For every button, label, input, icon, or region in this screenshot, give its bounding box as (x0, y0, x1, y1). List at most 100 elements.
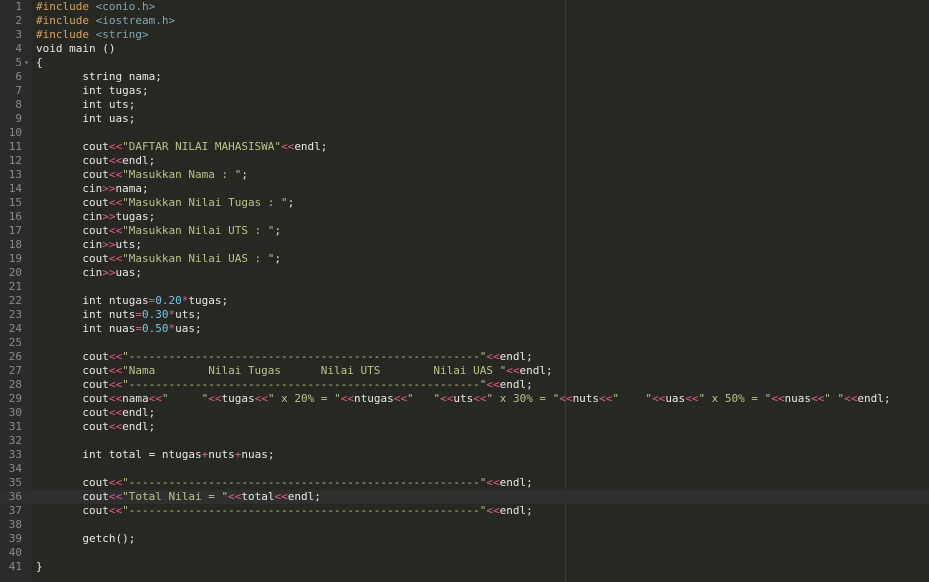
fold-arrow-icon[interactable]: ▾ (24, 56, 32, 70)
code-line[interactable]: 8 int uts; (0, 98, 929, 112)
code-token: cout (36, 420, 109, 433)
line-number: 3 (15, 28, 22, 41)
code-line[interactable]: 3 #include <string> (0, 28, 929, 42)
code-line[interactable]: 24 int nuas=0.50*uas; (0, 322, 929, 336)
code-line[interactable]: 10 (0, 126, 929, 140)
code-text[interactable]: cout<<"Masukkan Nama : "; (36, 168, 248, 182)
line-number: 35 (8, 476, 22, 489)
code-line[interactable]: 29 cout<<nama<<" "<<tugas<<" x 20% = "<<… (0, 392, 929, 406)
code-line[interactable]: 11 cout<<"DAFTAR NILAI MAHASISWA"<<endl; (0, 140, 929, 154)
code-token: = (135, 322, 142, 335)
code-line[interactable]: 33 int total = ntugas+nuts+nuas; (0, 448, 929, 462)
code-line[interactable]: 19 cout<<"Masukkan Nilai UAS : "; (0, 252, 929, 266)
code-text[interactable]: cout<<"Nama Nilai Tugas Nilai UTS Nilai … (36, 364, 552, 378)
line-number: 38 (8, 518, 22, 531)
code-token: >> (102, 238, 116, 251)
code-text[interactable]: int nuas=0.50*uas; (36, 322, 201, 336)
code-text[interactable]: { (36, 56, 43, 70)
code-token: = (135, 308, 142, 321)
code-text[interactable]: getch(); (36, 532, 135, 546)
code-text[interactable]: int ntugas=0.20*tugas; (36, 294, 228, 308)
code-text[interactable]: cout<<endl; (36, 406, 155, 420)
code-line[interactable]: 6 string nama; (0, 70, 929, 84)
code-line[interactable]: 34 (0, 462, 929, 476)
code-text[interactable]: cin>>uas; (36, 266, 142, 280)
code-text[interactable]: int total = ntugas+nuts+nuas; (36, 448, 274, 462)
code-line[interactable]: 23 int nuts=0.30*uts; (0, 308, 929, 322)
code-line[interactable]: 41} (0, 560, 929, 574)
code-text[interactable]: cout<<"DAFTAR NILAI MAHASISWA"<<endl; (36, 140, 327, 154)
code-text[interactable]: cout<<"---------------------------------… (36, 476, 532, 490)
code-text[interactable]: #include <iostream.h> (36, 14, 175, 28)
code-text[interactable]: cout<<endl; (36, 154, 155, 168)
code-line[interactable]: 26 cout<<"------------------------------… (0, 350, 929, 364)
code-token: << (440, 392, 454, 405)
code-line[interactable]: 37 cout<<"------------------------------… (0, 504, 929, 518)
code-line[interactable]: 7 int tugas; (0, 84, 929, 98)
code-token: cout (36, 350, 109, 363)
code-line[interactable]: 32 (0, 434, 929, 448)
line-number: 29 (8, 392, 22, 405)
code-line[interactable]: 30 cout<<endl; (0, 406, 929, 420)
code-token: int nuts (36, 308, 136, 321)
code-line[interactable]: 13 cout<<"Masukkan Nama : "; (0, 168, 929, 182)
code-text[interactable]: string nama; (36, 70, 162, 84)
code-line[interactable]: 38 (0, 518, 929, 532)
code-text[interactable]: cout<<"---------------------------------… (36, 350, 532, 364)
code-line[interactable]: 35 cout<<"------------------------------… (0, 476, 929, 490)
code-line[interactable]: 36 cout<<"Total Nilai = "<<total<<endl; (0, 490, 929, 504)
code-token: << (274, 490, 288, 503)
code-text[interactable]: void main () (36, 42, 115, 56)
code-area[interactable]: 1 #include <conio.h> 2 #include <iostream.h… (0, 0, 929, 582)
code-line[interactable]: 40 (0, 546, 929, 560)
code-text[interactable]: cout<<"Masukkan Nilai UAS : "; (36, 252, 281, 266)
code-text[interactable]: int uas; (36, 112, 135, 126)
code-line[interactable]: 12 cout<<endl; (0, 154, 929, 168)
code-line[interactable]: 28 cout<<"------------------------------… (0, 378, 929, 392)
code-line[interactable]: 31 cout<<endl; (0, 420, 929, 434)
code-token: " " (406, 392, 441, 405)
code-token: void main () (36, 42, 116, 55)
code-line[interactable]: 22 int ntugas=0.20*tugas; (0, 294, 929, 308)
code-text[interactable]: cout<<nama<<" "<<tugas<<" x 20% = "<<ntu… (36, 392, 890, 406)
code-line[interactable]: 15 cout<<"Masukkan Nilai Tugas : "; (0, 196, 929, 210)
code-text[interactable]: cout<<"Total Nilai = "<<total<<endl; (36, 490, 320, 504)
code-line[interactable]: 27 cout<<"Nama Nilai Tugas Nilai UTS Nil… (0, 364, 929, 378)
code-line[interactable]: 9 int uas; (0, 112, 929, 126)
code-line[interactable]: 39 getch(); (0, 532, 929, 546)
code-text[interactable]: int tugas; (36, 84, 148, 98)
line-number: 15 (8, 196, 22, 209)
code-line[interactable]: 16 cin>>tugas; (0, 210, 929, 224)
code-text[interactable]: cin>>nama; (36, 182, 148, 196)
code-text[interactable]: #include <conio.h> (36, 0, 155, 14)
code-text[interactable]: cout<<"---------------------------------… (36, 378, 532, 392)
code-line[interactable]: 5 ▾ { (0, 56, 929, 70)
code-text[interactable]: cout<<"Masukkan Nilai Tugas : "; (36, 196, 294, 210)
code-text[interactable]: } (36, 560, 43, 574)
code-line[interactable]: 21 (0, 280, 929, 294)
code-line[interactable]: 14 cin>>nama; (0, 182, 929, 196)
code-text[interactable]: int nuts=0.30*uts; (36, 308, 202, 322)
code-token: #include (36, 14, 96, 27)
code-token: "---------------------------------------… (122, 350, 487, 363)
code-line[interactable]: 17 cout<<"Masukkan Nilai UTS : "; (0, 224, 929, 238)
code-text[interactable]: cout<<"---------------------------------… (36, 504, 532, 518)
code-text[interactable]: cin>>uts; (36, 238, 142, 252)
code-text[interactable]: cout<<"Masukkan Nilai UTS : "; (36, 224, 281, 238)
code-token: uts; (175, 308, 202, 321)
code-token: cout (36, 504, 109, 517)
code-text[interactable]: cout<<endl; (36, 420, 155, 434)
code-line[interactable]: 25 (0, 336, 929, 350)
code-line[interactable]: 2 #include <iostream.h> (0, 14, 929, 28)
code-line[interactable]: 20 cin>>uas; (0, 266, 929, 280)
line-number: 26 (8, 350, 22, 363)
code-token: " " (824, 392, 845, 405)
code-line[interactable]: 4 void main () (0, 42, 929, 56)
code-text[interactable]: #include <string> (36, 28, 149, 42)
code-editor[interactable]: 1 #include <conio.h> 2 #include <iostream.h… (0, 0, 929, 582)
code-text[interactable]: int uts; (36, 98, 135, 112)
code-line[interactable]: 1 #include <conio.h> (0, 0, 929, 14)
code-token: 0.50 (141, 322, 169, 335)
code-line[interactable]: 18 cin>>uts; (0, 238, 929, 252)
code-text[interactable]: cin>>tugas; (36, 210, 155, 224)
